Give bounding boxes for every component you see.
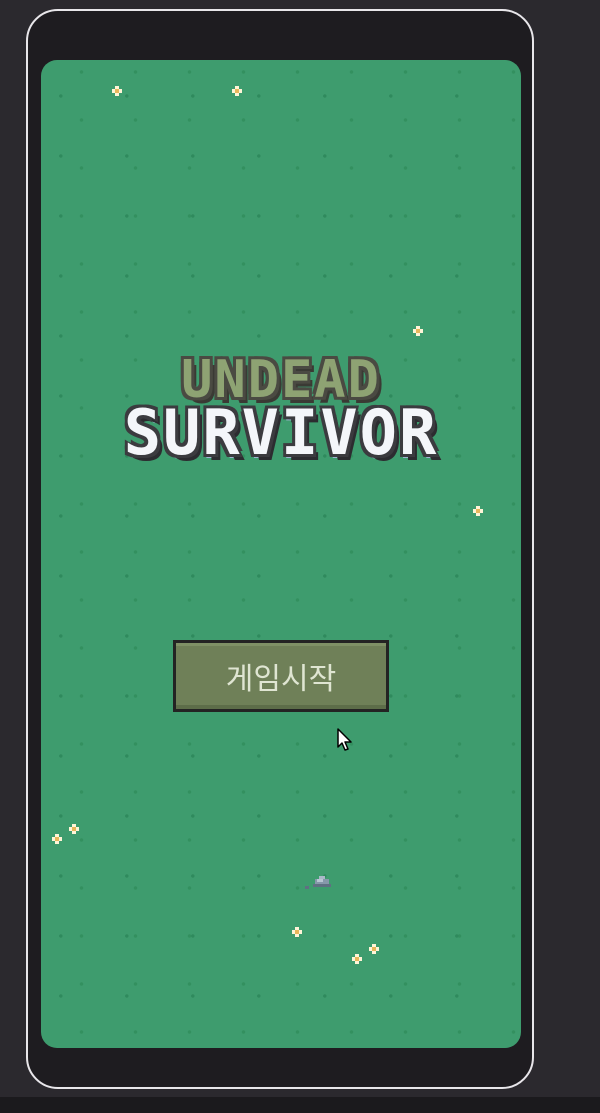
- flower-icon: [52, 834, 62, 844]
- mouse-cursor-icon: [337, 728, 352, 751]
- flower-icon: [69, 824, 79, 834]
- flower-icon: [413, 326, 423, 336]
- title-line-survivor: SURVIVOR: [123, 396, 439, 469]
- start-game-button[interactable]: 게임시작: [173, 640, 389, 712]
- bottom-strip: [0, 1097, 600, 1113]
- flower-icon: [352, 954, 362, 964]
- flower-icon: [473, 506, 483, 516]
- game-screen[interactable]: UNDEAD SURVIVOR 게임시작: [41, 60, 521, 1048]
- flower-icon: [292, 927, 302, 937]
- flower-icon: [112, 86, 122, 96]
- game-title-logo: UNDEAD SURVIVOR: [41, 352, 521, 464]
- flower-icon: [232, 86, 242, 96]
- rock-icon: [305, 876, 331, 889]
- flower-icon: [369, 944, 379, 954]
